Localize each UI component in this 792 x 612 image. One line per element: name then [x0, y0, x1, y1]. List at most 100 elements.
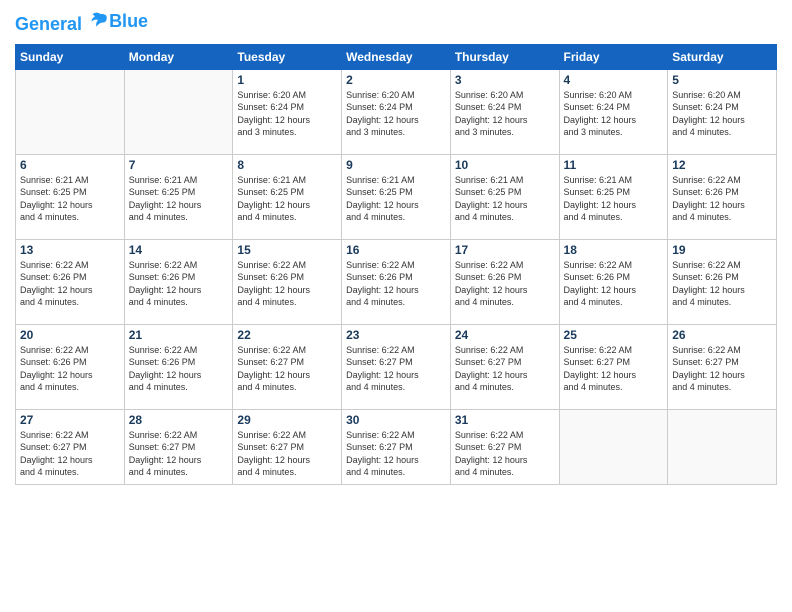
day-number: 18 — [564, 243, 664, 257]
calendar-day-cell: 15 Sunrise: 6:22 AM Sunset: 6:26 PM Dayli… — [233, 239, 342, 324]
day-number: 29 — [237, 413, 337, 427]
calendar-day-cell: 22 Sunrise: 6:22 AM Sunset: 6:27 PM Dayli… — [233, 324, 342, 409]
day-number: 31 — [455, 413, 555, 427]
day-info: Sunrise: 6:22 AM Sunset: 6:27 PM Dayligh… — [237, 344, 337, 394]
day-info: Sunrise: 6:22 AM Sunset: 6:26 PM Dayligh… — [346, 259, 446, 309]
day-info: Sunrise: 6:21 AM Sunset: 6:25 PM Dayligh… — [129, 174, 229, 224]
logo-general: General — [15, 14, 82, 34]
weekday-header-tuesday: Tuesday — [233, 44, 342, 69]
calendar-day-cell — [668, 409, 777, 484]
day-number: 13 — [20, 243, 120, 257]
calendar-day-cell: 7 Sunrise: 6:21 AM Sunset: 6:25 PM Daylig… — [124, 154, 233, 239]
day-number: 21 — [129, 328, 229, 342]
calendar-day-cell: 28 Sunrise: 6:22 AM Sunset: 6:27 PM Dayli… — [124, 409, 233, 484]
weekday-header-sunday: Sunday — [16, 44, 125, 69]
calendar-day-cell: 16 Sunrise: 6:22 AM Sunset: 6:26 PM Dayli… — [342, 239, 451, 324]
logo-bird-icon — [89, 10, 109, 30]
day-number: 14 — [129, 243, 229, 257]
day-info: Sunrise: 6:20 AM Sunset: 6:24 PM Dayligh… — [564, 89, 664, 139]
calendar-day-cell — [124, 69, 233, 154]
logo-blue: Blue — [109, 11, 148, 33]
header: General Blue — [15, 10, 777, 36]
calendar-week-5: 27 Sunrise: 6:22 AM Sunset: 6:27 PM Dayli… — [16, 409, 777, 484]
weekday-header-monday: Monday — [124, 44, 233, 69]
page: General Blue SundayMondayTuesdayWednesda… — [0, 0, 792, 612]
logo: General Blue — [15, 10, 148, 36]
weekday-header-thursday: Thursday — [450, 44, 559, 69]
calendar-day-cell: 10 Sunrise: 6:21 AM Sunset: 6:25 PM Dayli… — [450, 154, 559, 239]
day-info: Sunrise: 6:22 AM Sunset: 6:27 PM Dayligh… — [346, 344, 446, 394]
weekday-header-row: SundayMondayTuesdayWednesdayThursdayFrid… — [16, 44, 777, 69]
day-number: 9 — [346, 158, 446, 172]
calendar-week-1: 1 Sunrise: 6:20 AM Sunset: 6:24 PM Daylig… — [16, 69, 777, 154]
day-number: 16 — [346, 243, 446, 257]
calendar-day-cell: 17 Sunrise: 6:22 AM Sunset: 6:26 PM Dayli… — [450, 239, 559, 324]
day-info: Sunrise: 6:22 AM Sunset: 6:26 PM Dayligh… — [564, 259, 664, 309]
day-info: Sunrise: 6:22 AM Sunset: 6:27 PM Dayligh… — [672, 344, 772, 394]
calendar-day-cell: 8Sunrise: 6:21 AM Sunset: 6:25 PM Daylig… — [233, 154, 342, 239]
day-number: 5 — [672, 73, 772, 87]
day-number: 19 — [672, 243, 772, 257]
day-number: 8 — [237, 158, 337, 172]
day-number: 4 — [564, 73, 664, 87]
day-info: Sunrise: 6:22 AM Sunset: 6:27 PM Dayligh… — [455, 429, 555, 479]
day-number: 12 — [672, 158, 772, 172]
weekday-header-saturday: Saturday — [668, 44, 777, 69]
day-number: 1 — [237, 73, 337, 87]
day-number: 17 — [455, 243, 555, 257]
day-info: Sunrise: 6:22 AM Sunset: 6:26 PM Dayligh… — [237, 259, 337, 309]
day-number: 3 — [455, 73, 555, 87]
day-info: Sunrise: 6:22 AM Sunset: 6:26 PM Dayligh… — [129, 259, 229, 309]
calendar-day-cell: 12 Sunrise: 6:22 AM Sunset: 6:26 PM Dayli… — [668, 154, 777, 239]
day-number: 28 — [129, 413, 229, 427]
day-info: Sunrise: 6:22 AM Sunset: 6:27 PM Dayligh… — [129, 429, 229, 479]
day-number: 22 — [237, 328, 337, 342]
day-info: Sunrise: 6:22 AM Sunset: 6:27 PM Dayligh… — [20, 429, 120, 479]
calendar-day-cell: 20 Sunrise: 6:22 AM Sunset: 6:26 PM Dayli… — [16, 324, 125, 409]
day-number: 15 — [237, 243, 337, 257]
calendar-day-cell: 19 Sunrise: 6:22 AM Sunset: 6:26 PM Dayli… — [668, 239, 777, 324]
day-number: 10 — [455, 158, 555, 172]
weekday-header-friday: Friday — [559, 44, 668, 69]
day-info: Sunrise: 6:22 AM Sunset: 6:26 PM Dayligh… — [129, 344, 229, 394]
day-number: 7 — [129, 158, 229, 172]
day-info: Sunrise: 6:20 AM Sunset: 6:24 PM Dayligh… — [455, 89, 555, 139]
calendar-day-cell: 26Sunrise: 6:22 AM Sunset: 6:27 PM Dayli… — [668, 324, 777, 409]
day-info: Sunrise: 6:21 AM Sunset: 6:25 PM Dayligh… — [564, 174, 664, 224]
day-info: Sunrise: 6:22 AM Sunset: 6:27 PM Dayligh… — [346, 429, 446, 479]
day-info: Sunrise: 6:21 AM Sunset: 6:25 PM Dayligh… — [346, 174, 446, 224]
day-info: Sunrise: 6:22 AM Sunset: 6:27 PM Dayligh… — [237, 429, 337, 479]
day-number: 6 — [20, 158, 120, 172]
day-number: 11 — [564, 158, 664, 172]
calendar-day-cell: 9 Sunrise: 6:21 AM Sunset: 6:25 PM Daylig… — [342, 154, 451, 239]
calendar-day-cell: 24 Sunrise: 6:22 AM Sunset: 6:27 PM Dayli… — [450, 324, 559, 409]
day-number: 27 — [20, 413, 120, 427]
day-number: 20 — [20, 328, 120, 342]
day-number: 2 — [346, 73, 446, 87]
calendar-day-cell: 29 Sunrise: 6:22 AM Sunset: 6:27 PM Dayli… — [233, 409, 342, 484]
calendar-day-cell: 25Sunrise: 6:22 AM Sunset: 6:27 PM Dayli… — [559, 324, 668, 409]
weekday-header-wednesday: Wednesday — [342, 44, 451, 69]
calendar-day-cell: 13Sunrise: 6:22 AM Sunset: 6:26 PM Dayli… — [16, 239, 125, 324]
calendar-day-cell: 5 Sunrise: 6:20 AM Sunset: 6:24 PM Daylig… — [668, 69, 777, 154]
calendar-table: SundayMondayTuesdayWednesdayThursdayFrid… — [15, 44, 777, 485]
day-info: Sunrise: 6:22 AM Sunset: 6:26 PM Dayligh… — [20, 344, 120, 394]
day-info: Sunrise: 6:22 AM Sunset: 6:26 PM Dayligh… — [455, 259, 555, 309]
calendar-day-cell: 31 Sunrise: 6:22 AM Sunset: 6:27 PM Dayli… — [450, 409, 559, 484]
calendar-day-cell: 30 Sunrise: 6:22 AM Sunset: 6:27 PM Dayli… — [342, 409, 451, 484]
calendar-day-cell — [16, 69, 125, 154]
day-number: 24 — [455, 328, 555, 342]
day-info: Sunrise: 6:21 AM Sunset: 6:25 PM Dayligh… — [20, 174, 120, 224]
calendar-week-3: 13 Sunrise: 6:22 AM Sunset: 6:26 PM Dayli… — [16, 239, 777, 324]
day-info: Sunrise: 6:21 AM Sunset: 6:25 PM Dayligh… — [455, 174, 555, 224]
calendar-day-cell: 23Sunrise: 6:22 AM Sunset: 6:27 PM Dayli… — [342, 324, 451, 409]
day-number: 30 — [346, 413, 446, 427]
day-info: Sunrise: 6:20 AM Sunset: 6:24 PM Dayligh… — [346, 89, 446, 139]
day-info: Sunrise: 6:22 AM Sunset: 6:26 PM Dayligh… — [672, 259, 772, 309]
day-info: Sunrise: 6:20 AM Sunset: 6:24 PM Dayligh… — [237, 89, 337, 139]
day-info: Sunrise: 6:22 AM Sunset: 6:26 PM Dayligh… — [672, 174, 772, 224]
day-info: Sunrise: 6:22 AM Sunset: 6:27 PM Dayligh… — [564, 344, 664, 394]
calendar-day-cell: 18 Sunrise: 6:22 AM Sunset: 6:26 PM Dayli… — [559, 239, 668, 324]
day-info: Sunrise: 6:22 AM Sunset: 6:27 PM Dayligh… — [455, 344, 555, 394]
day-info: Sunrise: 6:20 AM Sunset: 6:24 PM Dayligh… — [672, 89, 772, 139]
